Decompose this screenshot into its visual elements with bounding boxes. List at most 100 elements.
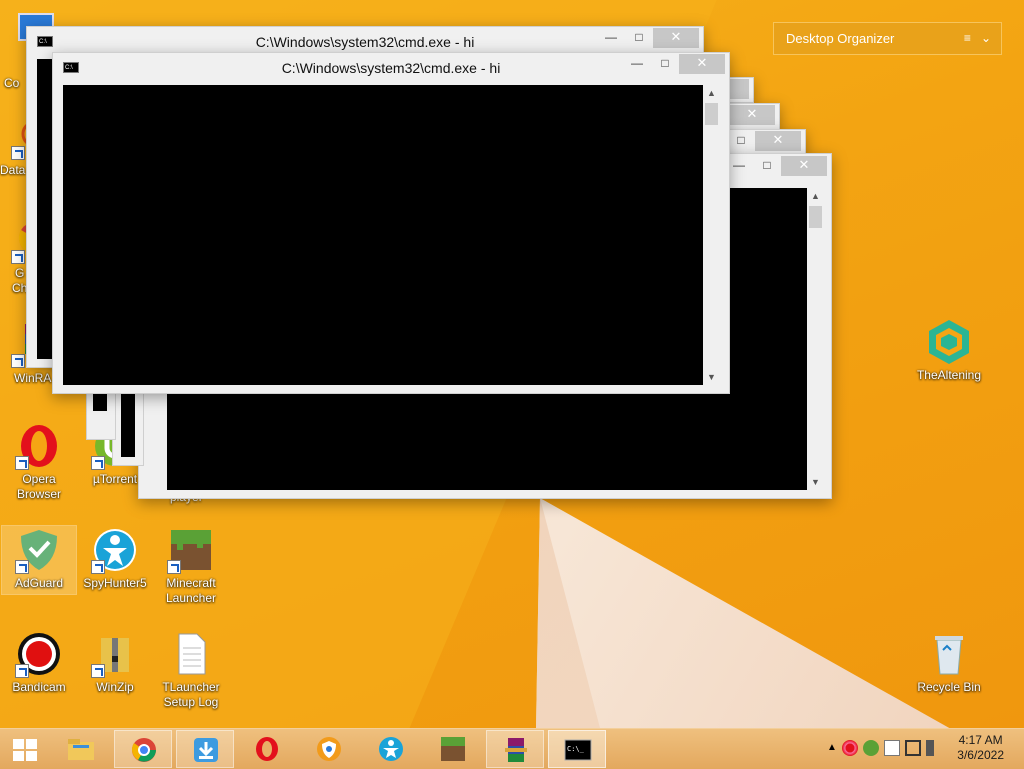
desktop-icon-label: Minecraft Launcher (165, 576, 217, 605)
taskbar: C:\_ ▲ 4:17 AM 3/6/2022 (0, 728, 1024, 769)
winrar-icon (505, 738, 527, 762)
bandicam-record-icon (15, 630, 63, 678)
desktop-icon-label: WinZip (96, 680, 134, 694)
desktop-icon-label: TLauncher Setup Log (162, 680, 220, 709)
folder-icon (68, 739, 94, 760)
cmd-window-front[interactable]: C:\Windows\system32\cmd.exe - hi — □ ✕ ▲… (52, 52, 730, 394)
shortcut-arrow-icon (11, 354, 25, 368)
antivirus-tray-icon[interactable] (842, 740, 858, 756)
close-button[interactable]: ✕ (653, 28, 699, 48)
console-area[interactable] (63, 85, 703, 385)
maximize-button[interactable]: □ (651, 54, 679, 74)
scroll-up-icon[interactable]: ▲ (807, 188, 824, 204)
shortcut-arrow-icon (11, 146, 25, 160)
desktop-icon-label: Co (4, 76, 20, 90)
taskbar-cmd[interactable]: C:\_ (548, 730, 606, 768)
winzip-icon (91, 630, 139, 678)
desktop-organizer-panel[interactable]: Desktop Organizer ≡ ⌄ (773, 22, 1002, 55)
start-button[interactable] (2, 730, 48, 768)
taskbar-spyhunter[interactable] (362, 730, 420, 768)
desktop-icon-recycle-bin[interactable]: Recycle Bin (912, 630, 986, 695)
console-area[interactable] (37, 59, 53, 359)
clock[interactable]: 4:17 AM 3/6/2022 (957, 733, 1004, 763)
maximize-button[interactable]: □ (753, 156, 781, 176)
recycle-bin-icon (925, 630, 973, 678)
desktop-icon-spyhunter[interactable]: SpyHunter5 (78, 526, 152, 591)
spyhunter-icon (379, 737, 403, 761)
desktop-icon-opera[interactable]: Opera Browser (2, 422, 76, 502)
adguard-tray-icon[interactable] (863, 740, 879, 756)
desktop: Co Data G Ch WinRA Opera Browser µTorren… (0, 0, 1024, 728)
download-arrow-icon (194, 738, 218, 762)
thealtening-hexagon-icon (925, 318, 973, 366)
minecraft-grass-block-icon (441, 737, 465, 761)
minecraft-grass-block-icon (167, 526, 215, 574)
chevron-down-icon[interactable]: ⌄ (981, 31, 991, 45)
shortcut-arrow-icon (167, 560, 181, 574)
desktop-icon-label: AdGuard (14, 576, 64, 590)
taskbar-winrar[interactable] (486, 730, 544, 768)
opera-icon (15, 422, 63, 470)
clock-date: 3/6/2022 (957, 748, 1004, 762)
desktop-icon-label: Data (0, 163, 26, 177)
minimize-button[interactable]: — (623, 54, 651, 74)
desktop-icon-minecraft[interactable]: Minecraft Launcher (154, 526, 228, 606)
scroll-down-icon[interactable]: ▼ (703, 369, 720, 385)
menu-icon[interactable]: ≡ (964, 31, 971, 45)
desktop-icon-adguard[interactable]: AdGuard (1, 525, 77, 595)
command-prompt-icon: C:\_ (564, 739, 592, 761)
cmd-app-icon (37, 27, 53, 57)
taskbar-minecraft[interactable] (424, 730, 482, 768)
shortcut-arrow-icon (15, 560, 29, 574)
volume-muted-icon[interactable] (926, 740, 942, 756)
shortcut-arrow-icon (91, 456, 105, 470)
desktop-icon-label: SpyHunter5 (83, 576, 147, 590)
scroll-down-icon[interactable]: ▼ (807, 474, 824, 490)
desktop-icon-bandicam[interactable]: Bandicam (2, 630, 76, 695)
close-button[interactable]: ✕ (755, 131, 801, 151)
vertical-scrollbar[interactable]: ▲ ▼ (807, 188, 824, 490)
desktop-icon-winzip[interactable]: WinZip (78, 630, 152, 695)
text-document-icon (167, 630, 215, 678)
scroll-up-icon[interactable]: ▲ (703, 85, 720, 101)
desktop-icon-thealtening[interactable]: TheAltening (912, 318, 986, 383)
scrollbar-thumb[interactable] (809, 206, 822, 228)
desktop-icon-tlauncher-log[interactable]: TLauncher Setup Log (154, 630, 228, 710)
shortcut-arrow-icon (15, 456, 29, 470)
adguard-shield-icon (15, 526, 63, 574)
vertical-scrollbar[interactable]: ▲ ▼ (703, 85, 720, 385)
taskbar-downloader[interactable] (176, 730, 234, 768)
maximize-button[interactable]: □ (625, 28, 653, 48)
desktop-icon-label: TheAltening (916, 368, 982, 382)
desktop-organizer-title: Desktop Organizer (786, 31, 895, 46)
show-hidden-icons-chevron-icon[interactable]: ▲ (827, 740, 837, 756)
cmd-app-icon (63, 53, 79, 83)
taskbar-chrome[interactable] (114, 730, 172, 768)
shortcut-arrow-icon (15, 664, 29, 678)
desktop-icon-label: Bandicam (12, 680, 66, 694)
taskbar-file-explorer[interactable] (52, 730, 110, 768)
clock-time: 4:17 AM (958, 733, 1003, 747)
taskbar-avast-secure-browser[interactable] (300, 730, 358, 768)
shortcut-arrow-icon (91, 560, 105, 574)
chrome-icon (132, 738, 156, 762)
desktop-icon-label: Recycle Bin (917, 680, 981, 694)
minimize-button[interactable]: — (597, 28, 625, 48)
windows-logo-icon (13, 739, 37, 761)
maximize-button[interactable]: □ (727, 131, 755, 151)
action-center-flag-icon[interactable] (884, 740, 900, 756)
window-title: C:\Windows\system32\cmd.exe - hi (281, 60, 501, 76)
desktop-icon-label: Opera Browser (16, 472, 61, 501)
opera-icon (256, 737, 278, 761)
close-button[interactable]: ✕ (679, 54, 725, 74)
close-icon[interactable] (727, 79, 749, 99)
network-icon[interactable] (905, 740, 921, 756)
shortcut-arrow-icon (11, 250, 25, 264)
shield-browser-icon (317, 737, 341, 761)
close-button[interactable]: ✕ (729, 105, 775, 125)
close-button[interactable]: ✕ (781, 156, 827, 176)
window-title: C:\Windows\system32\cmd.exe - hi (255, 34, 475, 50)
desktop-icon-label: WinRA (14, 371, 52, 385)
taskbar-opera[interactable] (238, 730, 296, 768)
scrollbar-thumb[interactable] (705, 103, 718, 125)
